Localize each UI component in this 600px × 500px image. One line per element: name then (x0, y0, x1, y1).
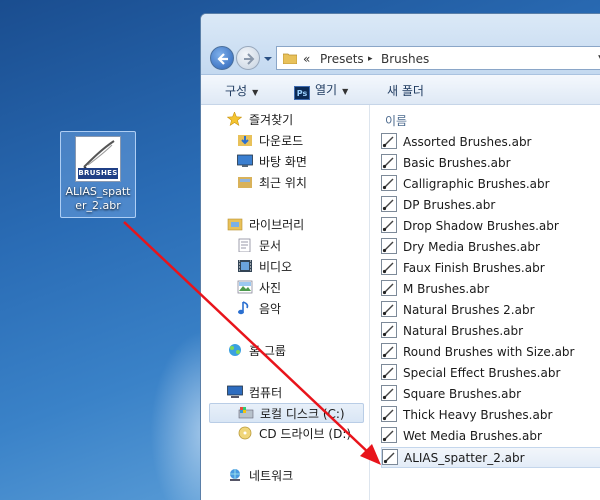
drag-arrow-icon (123, 221, 381, 465)
